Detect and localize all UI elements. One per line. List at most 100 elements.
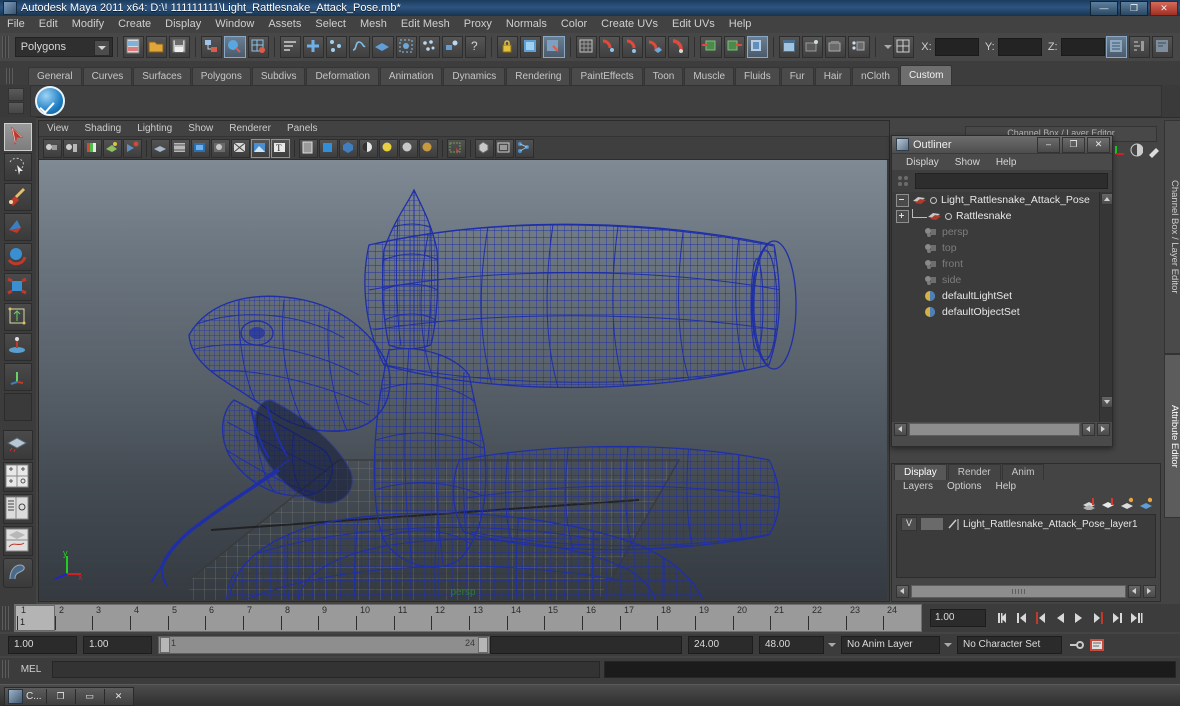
layer-menu-options[interactable]: Options xyxy=(940,481,988,492)
shelf-tab-surfaces[interactable]: Surfaces xyxy=(133,67,191,85)
menu-item-edit[interactable]: Edit xyxy=(32,16,65,33)
outliner-minimize-button[interactable]: – xyxy=(1037,137,1060,153)
show-manipulator-tool[interactable] xyxy=(4,363,32,391)
play-backwards-icon[interactable] xyxy=(1052,609,1068,627)
anim-layer-dropdown[interactable]: No Anim Layer xyxy=(841,636,940,654)
outliner-item[interactable]: defaultObjectSet xyxy=(892,304,1112,320)
scroll-left-page-icon[interactable] xyxy=(1082,422,1095,436)
maya-logo[interactable] xyxy=(3,558,33,588)
lighting-all-icon[interactable] xyxy=(399,138,418,158)
hypergraph-persp-layout[interactable] xyxy=(3,526,33,556)
x-coordinate-input[interactable] xyxy=(934,38,979,56)
new-render-layer-from-selected-icon[interactable] xyxy=(1138,497,1152,510)
range-start-handle[interactable] xyxy=(160,637,170,653)
character-set-dropdown[interactable]: No Character Set xyxy=(957,636,1062,654)
outliner-persp-layout[interactable] xyxy=(3,494,33,524)
shaded-display-icon[interactable] xyxy=(319,138,338,158)
chevron-down-icon[interactable] xyxy=(93,40,110,56)
layer-display-type-swatch[interactable] xyxy=(920,517,944,531)
scrollbar-track[interactable] xyxy=(909,422,1080,436)
outliner-menu-show[interactable]: Show xyxy=(947,157,988,168)
outliner-item[interactable]: top xyxy=(892,240,1112,256)
menu-item-assets[interactable]: Assets xyxy=(261,16,308,33)
show-hide-attribute-editor-icon[interactable] xyxy=(1128,36,1151,58)
shelf-tab-custom[interactable]: Custom xyxy=(899,65,953,85)
layer-editor-tab-anim[interactable]: Anim xyxy=(1001,464,1045,480)
playback-end-field[interactable]: 24.00 xyxy=(688,636,753,654)
shelf-tab-curves[interactable]: Curves xyxy=(82,67,133,85)
share-viewport-icon[interactable] xyxy=(515,138,534,158)
lighting-shadows-icon[interactable] xyxy=(419,138,438,158)
menu-item-create[interactable]: Create xyxy=(111,16,158,33)
layer-editor-tab-render[interactable]: Render xyxy=(947,464,1001,480)
shelf-tab-ncloth[interactable]: nCloth xyxy=(852,67,899,85)
taskbar-maximize-button[interactable]: ▭ xyxy=(74,689,104,704)
expander-minus-icon[interactable] xyxy=(896,193,909,207)
make-live-icon[interactable] xyxy=(700,36,722,58)
grid-toggle-icon[interactable] xyxy=(151,138,170,158)
render-view-icon[interactable] xyxy=(746,36,768,58)
points-mask-icon[interactable] xyxy=(325,36,348,58)
last-tool-used[interactable] xyxy=(4,393,32,421)
viewport-menu-shading[interactable]: Shading xyxy=(77,121,130,136)
shelf-tab-rendering[interactable]: Rendering xyxy=(506,67,571,85)
backface-culling-icon[interactable] xyxy=(359,138,378,158)
outliner-search-input[interactable] xyxy=(915,173,1108,189)
film-gate-icon[interactable] xyxy=(171,138,190,158)
z-coordinate-input[interactable] xyxy=(1060,38,1105,56)
image-plane-icon[interactable] xyxy=(103,138,122,158)
viewport-menu-show[interactable]: Show xyxy=(180,121,221,136)
menu-item-mesh[interactable]: Mesh xyxy=(353,16,394,33)
layer-editor-horizontal-scrollbar[interactable] xyxy=(896,584,1156,598)
taskbar-restore-button[interactable]: ❐ xyxy=(45,689,75,704)
command-output[interactable] xyxy=(604,660,1176,678)
show-hide-tool-settings-icon[interactable] xyxy=(1152,36,1174,58)
snap-to-point-icon[interactable] xyxy=(621,36,644,58)
snap-to-grid-icon[interactable] xyxy=(575,36,597,58)
maximize-button[interactable]: ❐ xyxy=(1120,1,1148,16)
smooth-shade-all-icon[interactable] xyxy=(251,138,270,158)
command-line-grip[interactable] xyxy=(2,660,10,678)
viewport-menu-lighting[interactable]: Lighting xyxy=(129,121,180,136)
shelf-tab-fluids[interactable]: Fluids xyxy=(735,67,780,85)
time-slider-grip[interactable] xyxy=(2,606,10,630)
bookmark-icon[interactable] xyxy=(83,138,102,158)
taskbar-close-button[interactable]: ✕ xyxy=(103,689,133,704)
playback-start-field[interactable]: 1.00 xyxy=(83,636,152,654)
dock-tab-channel-box-layer-editor[interactable]: Channel Box / Layer Editor xyxy=(1164,120,1180,354)
highlight-selection-icon[interactable] xyxy=(520,36,542,58)
outliner-item[interactable]: side xyxy=(892,272,1112,288)
select-tool[interactable] xyxy=(4,123,32,151)
high-quality-render-icon[interactable] xyxy=(447,138,466,158)
shelf-spinner[interactable] xyxy=(8,88,24,114)
handles-mask-icon[interactable] xyxy=(302,36,324,58)
render-current-frame-icon[interactable] xyxy=(802,36,824,58)
wireframe-on-shaded-icon[interactable] xyxy=(299,138,318,158)
shelf-tab-dynamics[interactable]: Dynamics xyxy=(443,67,506,85)
numeric-input-mode-icon[interactable] xyxy=(893,36,915,58)
menu-item-color[interactable]: Color xyxy=(554,16,594,33)
snap-to-plane-icon[interactable] xyxy=(645,36,667,58)
save-scene-icon[interactable] xyxy=(169,36,191,58)
input-field-toggle-icon[interactable] xyxy=(883,39,893,55)
shelf-tab-general[interactable]: General xyxy=(28,67,82,85)
isolate-select-icon[interactable] xyxy=(475,138,494,158)
rendering-mask-icon[interactable] xyxy=(441,36,464,58)
select-camera-icon[interactable] xyxy=(43,138,62,158)
select-by-object-type-icon[interactable] xyxy=(224,36,246,58)
outliner-horizontal-scrollbar[interactable] xyxy=(892,422,1112,436)
play-forwards-icon[interactable] xyxy=(1071,609,1087,627)
layer-menu-layers[interactable]: Layers xyxy=(896,481,940,492)
expander-plus-icon[interactable] xyxy=(896,209,909,223)
open-render-view-icon[interactable] xyxy=(778,36,801,58)
menu-item-normals[interactable]: Normals xyxy=(499,16,554,33)
step-forward-keyframe-icon[interactable] xyxy=(1109,609,1125,627)
shelf-grip[interactable] xyxy=(6,68,13,84)
perspective-viewport[interactable]: y x persp xyxy=(39,160,887,600)
viewport-menu-view[interactable]: View xyxy=(39,121,77,136)
outliner-menu-help[interactable]: Help xyxy=(988,157,1025,168)
close-button[interactable]: ✕ xyxy=(1150,1,1178,16)
shelf-options-spinner[interactable] xyxy=(1162,88,1176,114)
outliner-item[interactable]: defaultLightSet xyxy=(892,288,1112,304)
outliner-close-button[interactable]: ✕ xyxy=(1087,137,1110,153)
